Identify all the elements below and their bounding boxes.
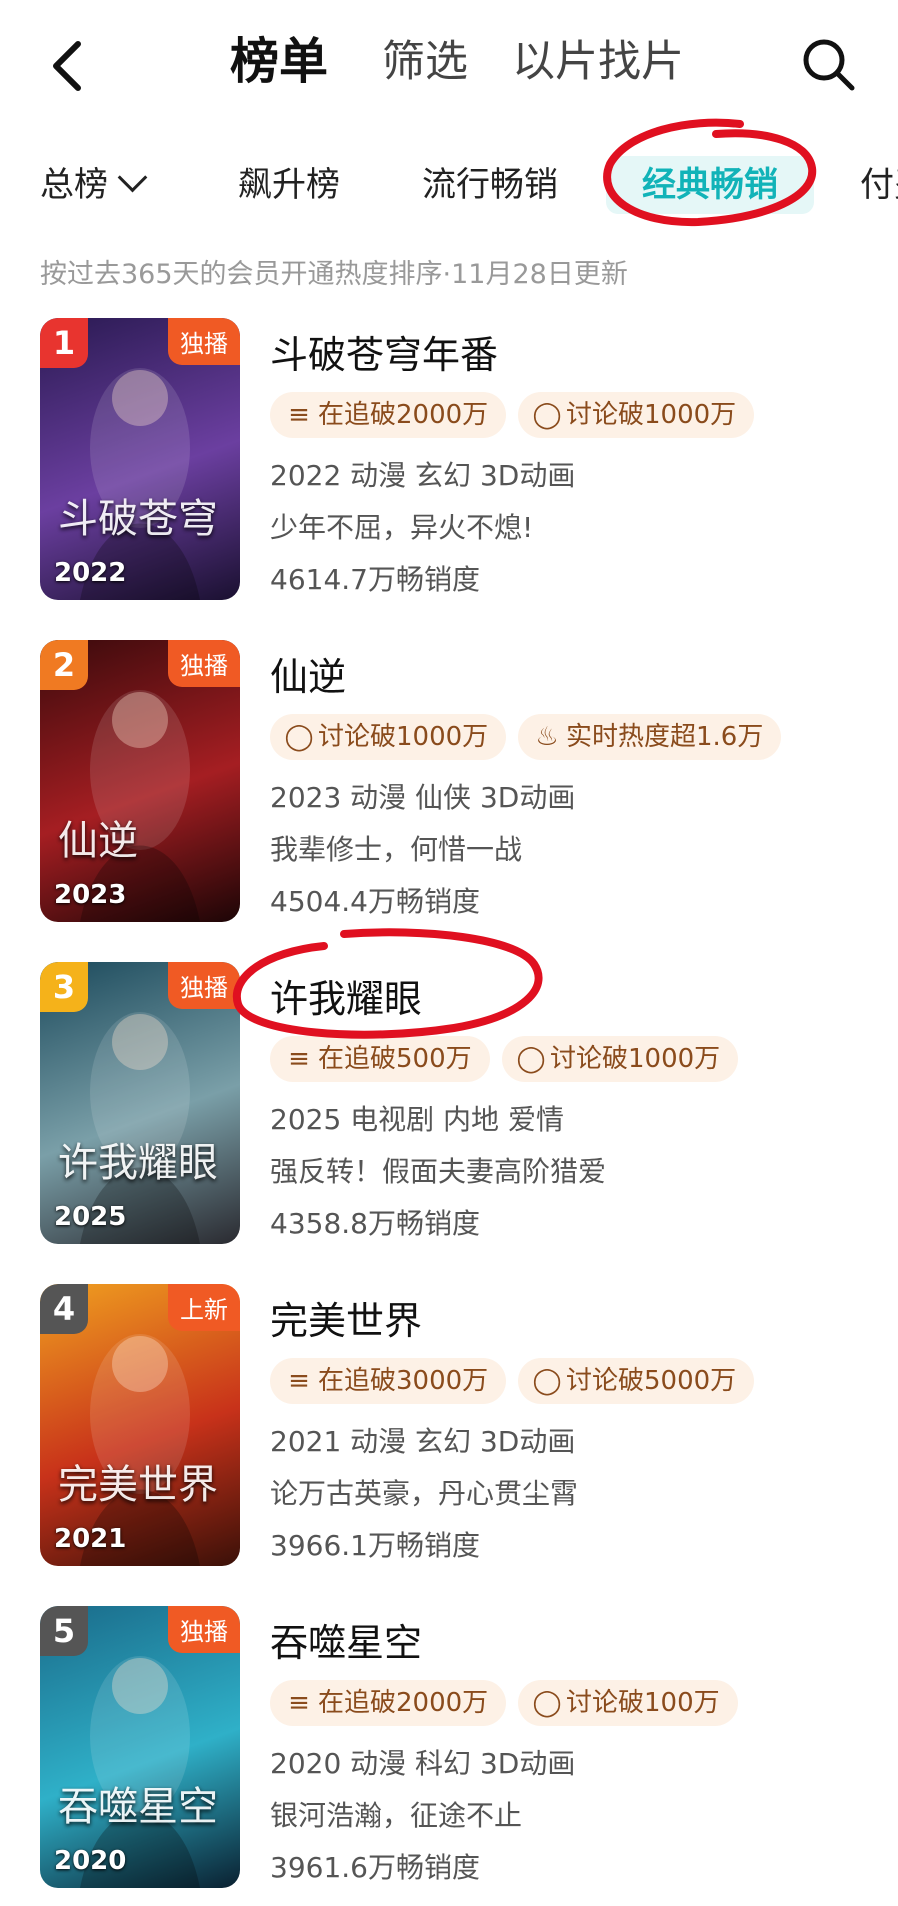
subtab-rising[interactable]: 飙升榜 [238, 160, 340, 210]
stat-tag-label: 在追破3000万 [318, 1366, 489, 1396]
item-meta: 2021 动漫 玄幻 3D动画 [270, 1425, 576, 1458]
subtab-popular[interactable]: 流行畅销 [422, 160, 558, 210]
item-title[interactable]: 斗破苍穹年番 [270, 324, 498, 379]
item-description: 我辈修士，何惜一战 [270, 833, 523, 866]
ranking-category-tabs: 总榜 飙升榜 流行畅销 经典畅销 付费 [0, 148, 898, 228]
fire-icon: ♨ [535, 722, 559, 752]
exclusive-badge: 独播 [168, 1606, 240, 1653]
ranking-item[interactable]: 完美世界 4 上新 2021 完美世界 ≡ 在追破3000万 ◯ 讨论破5000万 2021 动漫… [0, 1284, 898, 1584]
item-description: 少年不屈，异火不熄! [270, 511, 534, 544]
poster-title-text: 斗破苍穹 [58, 496, 218, 542]
item-meta: 2023 动漫 仙侠 3D动画 [270, 781, 576, 814]
poster-year: 2023 [54, 880, 127, 910]
subtab-overall[interactable]: 总榜 [40, 160, 148, 210]
poster-title-text: 许我耀眼 [58, 1140, 218, 1186]
poster-image[interactable]: 吞噬星空 5 独播 2020 [40, 1606, 240, 1888]
item-meta: 2022 动漫 玄幻 3D动画 [270, 459, 576, 492]
stat-tag: ≡ 在追破3000万 [270, 1358, 507, 1404]
item-meta: 2025 电视剧 内地 爱情 [270, 1103, 564, 1136]
stat-tag: ≡ 在追破2000万 [270, 392, 507, 438]
tab-rankings[interactable]: 榜单 [230, 30, 328, 94]
stat-tag-label: 讨论破100万 [566, 1688, 720, 1718]
item-description: 论万古英豪，丹心贯尘霄 [270, 1477, 579, 1510]
stat-tag: ◯ 讨论破5000万 [518, 1358, 755, 1404]
poster-image[interactable]: 完美世界 4 上新 2021 [40, 1284, 240, 1566]
subtab-classic[interactable]: 经典畅销 [606, 156, 814, 214]
item-meta: 2020 动漫 科幻 3D动画 [270, 1747, 576, 1780]
chevron-down-icon [117, 162, 148, 193]
ranking-item[interactable]: 斗破苍穹 1 独播 2022 斗破苍穹年番 ≡ 在追破2000万 ◯ 讨论破1000万 2022 … [0, 318, 898, 618]
poster-title-text: 吞噬星空 [58, 1784, 218, 1830]
poster-year: 2025 [54, 1202, 127, 1232]
poster-image[interactable]: 斗破苍穹 1 独播 2022 [40, 318, 240, 600]
follow-icon: ≡ [288, 1688, 310, 1718]
stat-tag-label: 在追破2000万 [318, 400, 489, 430]
stat-tag: ♨ 实时热度超1.6万 [518, 714, 782, 760]
item-title[interactable]: 仙逆 [270, 646, 346, 701]
ranking-item[interactable]: 许我耀眼 3 独播 2025 许我耀眼 ≡ 在追破500万 ◯ 讨论破1000万 2025 电视剧… [0, 962, 898, 1262]
exclusive-badge: 上新 [168, 1284, 240, 1331]
stat-tag-label: 讨论破1000万 [550, 1044, 721, 1074]
rank-number: 2 [40, 640, 88, 690]
stat-tag: ◯ 讨论破1000万 [502, 1036, 739, 1082]
ranking-notice: 按过去365天的会员开通热度排序·11月28日更新 [40, 259, 628, 290]
follow-icon: ≡ [288, 400, 310, 430]
poster-year: 2021 [54, 1524, 127, 1554]
stat-tag: ◯ 讨论破100万 [518, 1680, 738, 1726]
item-sales: 3966.1万畅销度 [270, 1529, 480, 1562]
stat-tag-label: 讨论破1000万 [318, 722, 489, 752]
poster-image[interactable]: 仙逆 2 独播 2023 [40, 640, 240, 922]
follow-icon: ≡ [288, 1044, 310, 1074]
back-arrow-icon[interactable] [44, 38, 92, 94]
stat-tag: ◯ 讨论破1000万 [270, 714, 507, 760]
top-bar: 榜单 筛选 以片找片 [0, 0, 898, 130]
subtab-overall-label: 总榜 [40, 165, 108, 205]
stat-tag-label: 实时热度超1.6万 [566, 722, 764, 752]
comment-icon: ◯ [532, 1366, 562, 1396]
item-sales: 4358.8万畅销度 [270, 1207, 480, 1240]
comment-icon: ◯ [284, 722, 314, 752]
item-title[interactable]: 吞噬星空 [270, 1612, 422, 1667]
tab-find-by-show[interactable]: 以片找片 [512, 30, 684, 94]
comment-icon: ◯ [532, 1688, 562, 1718]
poster-year: 2020 [54, 1846, 127, 1876]
item-title[interactable]: 许我耀眼 [270, 968, 422, 1023]
search-icon[interactable] [800, 36, 856, 92]
comment-icon: ◯ [532, 400, 562, 430]
rank-number: 5 [40, 1606, 88, 1656]
stat-tag: ≡ 在追破2000万 [270, 1680, 507, 1726]
comment-icon: ◯ [516, 1044, 546, 1074]
exclusive-badge: 独播 [168, 318, 240, 365]
item-sales: 4504.4万畅销度 [270, 885, 480, 918]
exclusive-badge: 独播 [168, 640, 240, 687]
poster-title-text: 完美世界 [58, 1462, 218, 1508]
item-description: 银河浩瀚，征途不止 [270, 1799, 523, 1832]
rank-number: 4 [40, 1284, 88, 1334]
rank-number: 1 [40, 318, 88, 368]
ranking-item[interactable]: 仙逆 2 独播 2023 仙逆 ◯ 讨论破1000万 ♨ 实时热度超1.6万 2023 动漫 仙侠… [0, 640, 898, 940]
stat-tag-label: 讨论破1000万 [566, 400, 737, 430]
tab-filter[interactable]: 筛选 [382, 30, 468, 94]
stat-tag-label: 在追破2000万 [318, 1688, 489, 1718]
poster-year: 2022 [54, 558, 127, 588]
item-sales: 3961.6万畅销度 [270, 1851, 480, 1884]
stat-tag-label: 在追破500万 [318, 1044, 472, 1074]
stat-tag: ≡ 在追破500万 [270, 1036, 490, 1082]
exclusive-badge: 独播 [168, 962, 240, 1009]
poster-title-text: 仙逆 [58, 818, 138, 864]
item-sales: 4614.7万畅销度 [270, 563, 480, 596]
item-title[interactable]: 完美世界 [270, 1290, 422, 1345]
subtab-paid[interactable]: 付费 [860, 160, 898, 210]
ranking-item[interactable]: 吞噬星空 5 独播 2020 吞噬星空 ≡ 在追破2000万 ◯ 讨论破100万 2020 动漫 … [0, 1606, 898, 1906]
follow-icon: ≡ [288, 1366, 310, 1396]
item-description: 强反转！假面夫妻高阶猎爱 [270, 1155, 607, 1188]
poster-image[interactable]: 许我耀眼 3 独播 2025 [40, 962, 240, 1244]
stat-tag: ◯ 讨论破1000万 [518, 392, 755, 438]
rank-number: 3 [40, 962, 88, 1012]
stat-tag-label: 讨论破5000万 [566, 1366, 737, 1396]
